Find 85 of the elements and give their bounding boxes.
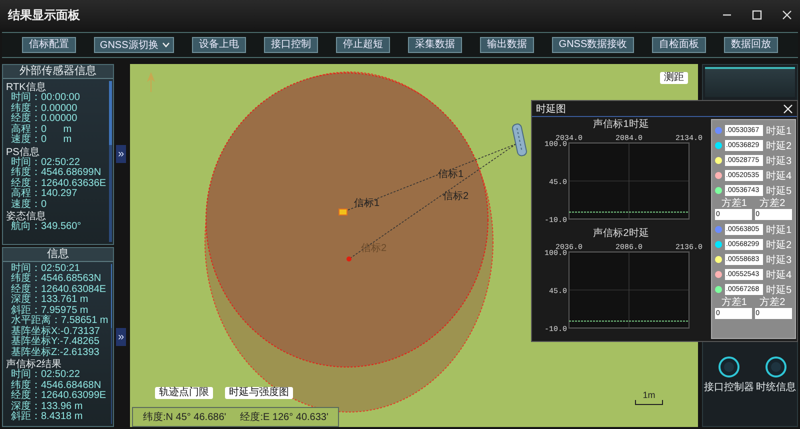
info-text: 基阵坐标Y:-7.48265 [10, 337, 100, 347]
caret-icon [162, 42, 170, 48]
scale-bar [635, 400, 663, 405]
toolbar-button[interactable]: 采集数据 [408, 37, 462, 53]
close-icon[interactable] [782, 10, 792, 20]
delay-label: 时延5 [766, 184, 792, 198]
delay-label: 时延2 [766, 140, 792, 152]
info-text: 速度：0 m [10, 135, 72, 146]
info-text: 经度：12640.63084E [10, 284, 106, 294]
info-text: 基阵坐标Z:-2.61393 [10, 348, 100, 358]
map-label: 信标2 [443, 191, 469, 202]
info-text: 基阵坐标X:-0.73137 [10, 326, 100, 336]
variance-label: 方差2 [760, 297, 786, 308]
map-button[interactable]: 轨迹点门限 [155, 387, 213, 399]
info-text: 纬度：0.00000 [10, 104, 78, 114]
variance-label: 方差1 [721, 198, 747, 209]
dialog-title: 时延图 [536, 102, 566, 116]
close-icon[interactable] [783, 104, 793, 114]
distance-button[interactable]: 测距 [660, 72, 688, 84]
toolbar-button[interactable]: 自检面板 [652, 37, 706, 53]
info-text: 航向：349.560° [10, 222, 82, 232]
delay-label: 时延4 [766, 170, 792, 182]
source-dropdown[interactable]: GNSS源切换 [94, 37, 174, 53]
scrollbar[interactable] [109, 81, 112, 242]
panel-button[interactable]: 时统信息 [756, 356, 796, 394]
info-text: 时间：02:50:22 [10, 370, 80, 380]
expand-button[interactable]: » [116, 328, 126, 346]
toolbar-button[interactable]: 信标配置 [22, 37, 76, 53]
info-text: 时间：02:50:22 [10, 158, 80, 168]
map-button[interactable]: 时延与强度图 [225, 387, 293, 399]
variance-label: 方差2 [760, 198, 786, 209]
info-text: 纬度：4546.68563N [10, 274, 102, 284]
variance-label: 方差1 [721, 297, 747, 308]
toolbar-button[interactable]: GNSS数据接收 [552, 37, 634, 53]
info-text: 深度：133.96 m [10, 402, 83, 412]
toolbar-button[interactable]: 停止超短 [336, 37, 390, 53]
window-title: 结果显示面板 [8, 6, 80, 24]
info-text: 经度：12640.63636E [10, 178, 106, 188]
latitude-text: 纬度:N 45° 46.686' [143, 410, 226, 424]
info-text: 斜距：7.95975 m [10, 306, 88, 316]
delay-label: 时延2 [766, 238, 792, 252]
info-text: 高程：0 m [10, 124, 72, 134]
section-heading: PS信息 [6, 146, 40, 158]
toolbar-button[interactable]: 设备上电 [192, 37, 246, 53]
toolbar-button[interactable]: 数据回放 [724, 37, 778, 53]
delay-label: 时延1 [766, 224, 792, 236]
maximize-icon[interactable] [752, 10, 762, 20]
info-text: 经度：12640.63099E [10, 391, 106, 401]
ring-icon [765, 356, 787, 378]
info-text: 斜距：8.4318 m [10, 412, 83, 422]
section-heading: RTK信息 [6, 82, 46, 93]
info-text: 深度：133.761 m [10, 295, 88, 305]
panel-title: 信息 [3, 248, 113, 262]
panel-title: 外部传感器信息 [3, 65, 113, 79]
chart-title: 声信标2时延 [592, 228, 650, 240]
info-text: 纬度：4546.68699N [10, 168, 102, 178]
info-text: 纬度：4546.68468N [10, 380, 102, 390]
section-heading: 姿态信息 [6, 211, 46, 222]
scale-label: 1m [642, 390, 656, 400]
delay-label: 时延3 [766, 154, 792, 168]
info-text: 时间：02:50:21 [10, 264, 80, 274]
info-text: 高程：140.297 [10, 189, 78, 199]
longitude-text: 经度:E 126° 40.633' [240, 410, 328, 424]
expand-button[interactable]: » [116, 145, 126, 164]
map-label: 信标1 [438, 169, 464, 180]
info-text: 经度：0.00000 [10, 114, 78, 124]
delay-label: 时延3 [766, 254, 792, 266]
chart-title: 声信标1时延 [592, 119, 650, 131]
ship-icon [511, 122, 528, 157]
beacon-icon [338, 208, 348, 216]
toolbar-button[interactable]: 输出数据 [480, 37, 534, 53]
info-text: 时间：00:00:00 [10, 93, 80, 103]
panel-button[interactable]: 接口控制器 [704, 356, 754, 394]
section-heading: 声信标2结果 [6, 359, 62, 370]
delay-label: 时延5 [766, 284, 792, 296]
delay-label: 时延1 [766, 124, 792, 138]
info-text: 速度：0 [10, 200, 47, 210]
ring-icon [718, 356, 740, 378]
delay-label: 时延4 [766, 268, 792, 282]
beacon-icon [346, 256, 352, 262]
toolbar-button[interactable]: 接口控制 [264, 37, 318, 53]
info-text: 水平距离：7.58651 m [10, 316, 108, 326]
scrollbar[interactable] [111, 264, 112, 424]
north-arrow-icon [147, 72, 155, 92]
map-label: 信标1 [354, 198, 380, 209]
